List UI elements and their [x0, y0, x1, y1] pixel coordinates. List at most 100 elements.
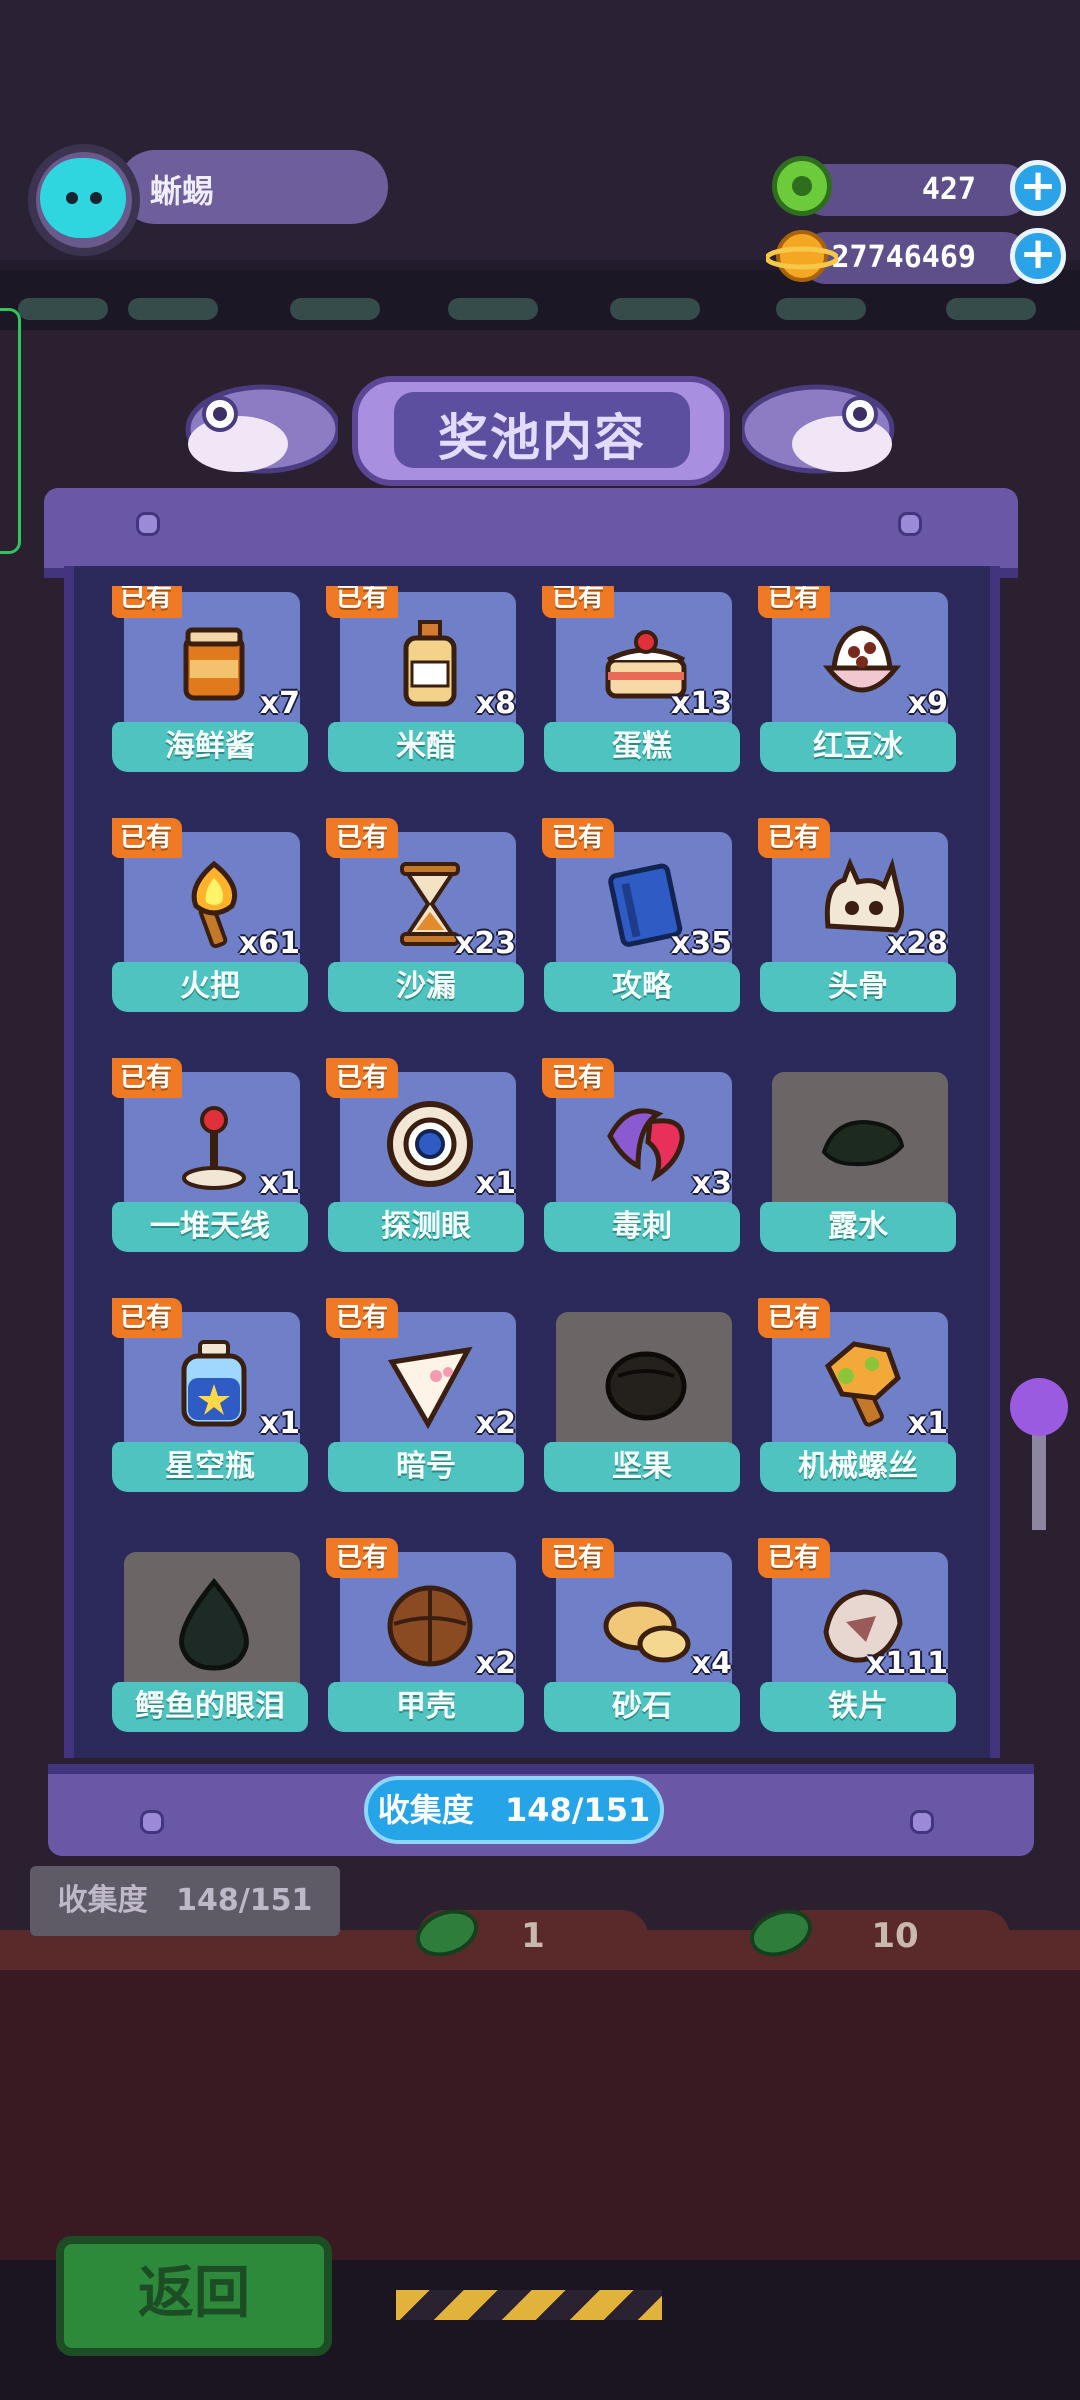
item-name: 一堆天线	[112, 1202, 308, 1252]
item-count: x8	[475, 686, 516, 721]
item-count: x13	[670, 686, 732, 721]
item-count: x9	[907, 686, 948, 721]
planet-coin-icon	[766, 230, 838, 282]
item-name: 米醋	[328, 722, 524, 772]
item-name: 蛋糕	[544, 722, 740, 772]
dew-icon	[821, 1119, 905, 1167]
panel-bolt	[140, 1810, 164, 1834]
lever-ball-icon[interactable]	[1010, 1378, 1068, 1436]
owned-badge: 已有	[112, 586, 183, 618]
item-card[interactable]: 已有 x1 星空瓶	[112, 1298, 308, 1502]
item-count: x2	[475, 1646, 516, 1681]
item-card[interactable]: 已有 x9 红豆冰	[758, 586, 956, 782]
back-button-label: 返回	[138, 2261, 250, 2326]
collection-progress-pill: 收集度 148/151	[364, 1776, 664, 1844]
item-name: 火把	[112, 962, 308, 1012]
item-card[interactable]: 鳄鱼的眼泪	[112, 1546, 308, 1742]
gem-counter: 427	[800, 164, 1030, 216]
owned-badge: 已有	[758, 1298, 831, 1338]
gem-amount: 427	[921, 172, 976, 207]
item-name: 海鲜酱	[112, 722, 308, 772]
item-count: x23	[454, 926, 516, 961]
avatar-eye	[66, 192, 78, 204]
item-card[interactable]: 已有 x7 海鲜酱	[112, 586, 308, 782]
background-collection-label: 收集度 148/151	[30, 1866, 340, 1936]
owned-badge: 已有	[758, 586, 831, 618]
avatar-eye	[90, 192, 102, 204]
back-button[interactable]: 返回	[56, 2236, 332, 2356]
item-card[interactable]: 已有 x2 甲壳	[326, 1538, 524, 1742]
item-name: 星空瓶	[112, 1442, 308, 1492]
owned-badge: 已有	[542, 818, 615, 858]
item-card[interactable]: 已有 x2 暗号	[326, 1298, 524, 1502]
item-name: 毒刺	[544, 1202, 740, 1252]
nut-icon	[605, 1351, 687, 1421]
item-count: x1	[259, 1406, 300, 1441]
owned-badge: 已有	[758, 818, 831, 858]
ceiling-light	[448, 298, 538, 320]
ceiling-light	[776, 298, 866, 320]
item-card[interactable]: 已有 x35 攻略	[542, 818, 740, 1022]
item-card[interactable]: 露水	[760, 1066, 956, 1262]
cat-avatar-icon	[40, 158, 126, 238]
panel-header-bar	[44, 488, 1018, 578]
player-nameplate[interactable]: 蜥蜴	[118, 150, 388, 224]
ceiling-light	[610, 298, 700, 320]
add-gems-button[interactable]: +	[1010, 160, 1066, 216]
item-card[interactable]: 已有 x1 机械螺丝	[758, 1298, 956, 1502]
item-card[interactable]: 已有 x3 毒刺	[542, 1058, 740, 1262]
panel-bolt	[136, 512, 160, 536]
item-card[interactable]: 已有 x13 蛋糕	[542, 586, 740, 782]
owned-badge: 已有	[326, 1058, 399, 1098]
cucumber-icon	[415, 1909, 479, 1957]
owned-badge: 已有	[112, 1298, 183, 1338]
ceiling-light	[18, 298, 108, 320]
item-card[interactable]: 已有 x1 一堆天线	[112, 1058, 308, 1262]
item-card[interactable]: 坚果	[544, 1306, 740, 1502]
item-count: x4	[691, 1646, 732, 1681]
owned-badge: 已有	[542, 1058, 615, 1098]
item-count: x1	[259, 1166, 300, 1201]
add-gems-symbol: +	[1019, 160, 1057, 211]
item-card[interactable]: 已有 x8 米醋	[326, 586, 524, 782]
player-name: 蜥蜴	[150, 172, 215, 210]
item-count: x28	[886, 926, 948, 961]
secret-note-icon	[388, 1346, 473, 1430]
item-card[interactable]: 已有 x61 火把	[112, 818, 308, 1022]
item-card[interactable]: 已有 x28 头骨	[758, 818, 956, 1022]
collection-label: 收集度	[377, 1791, 474, 1829]
fish-right-icon	[742, 384, 895, 474]
item-name: 机械螺丝	[760, 1442, 956, 1492]
owned-badge: 已有	[326, 1298, 399, 1338]
item-card[interactable]: 已有 x111 铁片	[758, 1538, 956, 1742]
cucumber-icon	[749, 1909, 813, 1957]
item-count: x7	[259, 686, 300, 721]
item-card[interactable]: 已有 x23 沙漏	[326, 818, 524, 1022]
detector-eye-icon	[387, 1101, 473, 1187]
jar-icon	[183, 627, 245, 701]
item-card[interactable]: 已有 x1 探测眼	[326, 1058, 524, 1262]
owned-badge: 已有	[758, 1538, 831, 1578]
ceiling-light	[128, 298, 218, 320]
ceiling-light	[290, 298, 380, 320]
ceiling-light	[946, 298, 1036, 320]
item-name: 沙漏	[328, 962, 524, 1012]
pull-ten-count: 10	[871, 1916, 919, 1956]
item-name: 探测眼	[328, 1202, 524, 1252]
coin-amount: 27746469	[831, 240, 977, 275]
side-tab-frame[interactable]	[0, 308, 21, 554]
item-grid: 已有 x7 海鲜酱 已有 x8 米醋 已有 x13 蛋糕 已有 x9 红豆冰 已有 x61 火把 已有 x23 沙…	[112, 586, 972, 1746]
add-coins-symbol: +	[1019, 228, 1057, 279]
item-count: x111	[866, 1646, 948, 1681]
add-coins-button[interactable]: +	[1010, 228, 1066, 284]
item-name: 鳄鱼的眼泪	[112, 1682, 308, 1732]
pull-once-count: 1	[521, 1916, 545, 1956]
item-card[interactable]: 已有 x4 砂石	[542, 1538, 740, 1742]
item-count: x2	[475, 1406, 516, 1441]
red-bean-ice-icon	[822, 625, 902, 693]
owned-badge: 已有	[112, 1058, 183, 1098]
star-bottle-icon	[181, 1340, 247, 1427]
antenna-icon	[182, 1106, 246, 1190]
item-name: 坚果	[544, 1442, 740, 1492]
owned-badge: 已有	[326, 818, 399, 858]
